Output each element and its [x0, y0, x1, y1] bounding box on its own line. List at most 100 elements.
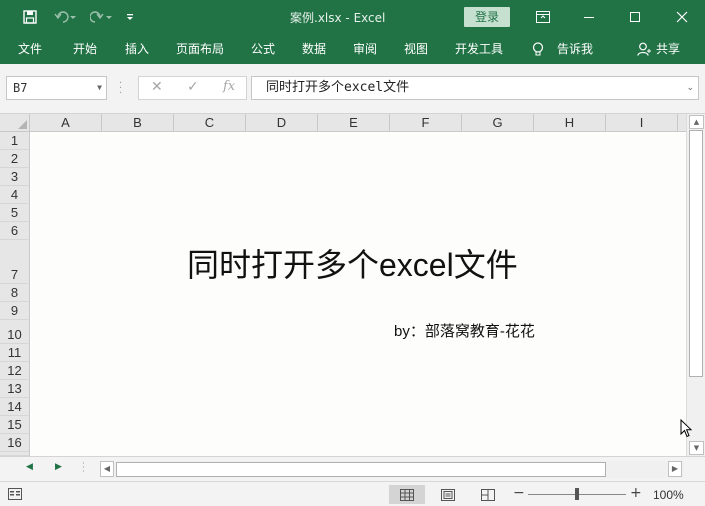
- zoom-slider-thumb[interactable]: [575, 488, 579, 500]
- cancel-entry-icon[interactable]: ✕: [151, 79, 163, 95]
- scroll-left-icon[interactable]: ◀: [100, 461, 114, 477]
- page-break-view-button[interactable]: [470, 485, 506, 504]
- vertical-scroll-thumb[interactable]: [689, 130, 703, 377]
- zoom-level[interactable]: 100%: [653, 488, 684, 502]
- vertical-scrollbar[interactable]: ▲ ▼: [686, 114, 705, 456]
- tab-review[interactable]: 审阅: [353, 34, 377, 64]
- row-number: 8: [10, 285, 19, 300]
- page-layout-view-button[interactable]: [430, 485, 466, 504]
- row-header[interactable]: 12: [0, 362, 30, 380]
- select-all-button[interactable]: [0, 114, 30, 132]
- share-button[interactable]: 共享: [656, 34, 680, 64]
- row-header[interactable]: 8: [0, 284, 30, 302]
- window-title: 案例.xlsx - Excel: [290, 11, 386, 25]
- tab-home[interactable]: 开始: [73, 34, 97, 64]
- column-header[interactable]: [678, 114, 686, 132]
- tab-page-layout[interactable]: 页面布局: [176, 34, 224, 64]
- chevron-down-icon[interactable]: ▼: [97, 77, 102, 99]
- close-icon[interactable]: [659, 0, 705, 34]
- page-layout-view-icon: [441, 488, 455, 501]
- title-bar: 案例.xlsx - Excel 登录: [0, 0, 705, 34]
- share-user-icon: [637, 42, 651, 59]
- column-header[interactable]: B: [102, 114, 174, 132]
- expand-formula-bar-icon[interactable]: ⌄: [686, 77, 694, 99]
- row-number: 13: [7, 381, 22, 396]
- row-header[interactable]: 10: [0, 320, 30, 344]
- ribbon-display-options-icon[interactable]: [520, 0, 566, 34]
- row-header[interactable]: 4: [0, 186, 30, 204]
- column-header[interactable]: I: [606, 114, 678, 132]
- column-header[interactable]: E: [318, 114, 390, 132]
- row-header[interactable]: 15: [0, 416, 30, 434]
- cell-area[interactable]: [31, 133, 686, 456]
- minimize-icon[interactable]: [566, 0, 612, 34]
- sheet-title-text: 同时打开多个excel文件: [187, 247, 518, 283]
- zoom-in-button[interactable]: +: [630, 486, 642, 500]
- next-sheet-icon[interactable]: ▶: [55, 462, 62, 472]
- status-bar: − + 100%: [0, 481, 705, 506]
- confirm-entry-icon[interactable]: ✓: [187, 79, 199, 95]
- tab-formulas[interactable]: 公式: [251, 34, 275, 64]
- row-header[interactable]: 7: [0, 240, 30, 284]
- column-header[interactable]: A: [30, 114, 102, 132]
- row-number: 15: [7, 417, 22, 432]
- column-header[interactable]: F: [390, 114, 462, 132]
- horizontal-scroll-thumb[interactable]: [116, 462, 606, 477]
- sheet-tab-bar: ◀ ▶ · · · ◀ ▶: [0, 456, 705, 481]
- maximize-icon[interactable]: [612, 0, 658, 34]
- page-break-view-icon: [481, 488, 495, 501]
- row-header[interactable]: 3: [0, 168, 30, 186]
- column-header[interactable]: D: [246, 114, 318, 132]
- row-number: 16: [7, 435, 22, 450]
- name-box[interactable]: B7 ▼: [6, 76, 107, 100]
- row-number: 1: [10, 133, 19, 148]
- ribbon-tabs: 文件 开始 插入 页面布局 公式 数据 审阅 视图 开发工具 告诉我 共享: [0, 34, 705, 64]
- select-all-triangle-icon: [18, 120, 27, 129]
- row-header[interactable]: 13: [0, 380, 30, 398]
- lightbulb-icon: [532, 42, 544, 60]
- row-header[interactable]: 11: [0, 344, 30, 362]
- undo-icon[interactable]: [50, 0, 80, 34]
- previous-sheet-icon[interactable]: ◀: [26, 462, 33, 472]
- row-header[interactable]: 16: [0, 434, 30, 452]
- redo-icon[interactable]: [86, 0, 116, 34]
- row-header[interactable]: 9: [0, 302, 30, 320]
- scroll-right-icon[interactable]: ▶: [668, 461, 682, 477]
- column-header[interactable]: G: [462, 114, 534, 132]
- horizontal-scrollbar[interactable]: ◀ ▶: [100, 461, 684, 478]
- tab-developer[interactable]: 开发工具: [455, 34, 503, 64]
- scroll-down-icon[interactable]: ▼: [689, 441, 704, 455]
- worksheet-grid: A B C D E F G H I 1 2 3 4 5 6 7 8 9 10 1…: [0, 114, 705, 456]
- customize-toolbar-icon[interactable]: [122, 0, 138, 34]
- mouse-cursor-icon: [680, 418, 693, 441]
- tab-splitter-icon[interactable]: · · ·: [82, 460, 85, 477]
- tab-data[interactable]: 数据: [302, 34, 326, 64]
- normal-view-button[interactable]: [389, 485, 425, 504]
- tab-file[interactable]: 文件: [18, 34, 42, 64]
- row-number: 17: [0, 452, 29, 455]
- row-header[interactable]: 6: [0, 222, 30, 240]
- row-number: 10: [7, 327, 22, 342]
- column-header[interactable]: C: [174, 114, 246, 132]
- formula-actions: ✕ ✓ fx: [138, 76, 247, 100]
- formula-bar: B7 ▼ · · · ✕ ✓ fx 同时打开多个excel文件 ⌄: [0, 64, 705, 114]
- row-header[interactable]: 5: [0, 204, 30, 222]
- column-header[interactable]: H: [534, 114, 606, 132]
- formula-input[interactable]: 同时打开多个excel文件 ⌄: [251, 76, 699, 100]
- save-icon[interactable]: [18, 0, 42, 34]
- row-header[interactable]: 14: [0, 398, 30, 416]
- login-button[interactable]: 登录: [464, 7, 510, 27]
- tab-view[interactable]: 视图: [404, 34, 428, 64]
- formula-bar-grip-icon[interactable]: · · ·: [119, 79, 122, 99]
- macro-record-icon[interactable]: [8, 488, 22, 503]
- row-header[interactable]: 2: [0, 150, 30, 168]
- insert-function-icon[interactable]: fx: [223, 79, 235, 94]
- tab-insert[interactable]: 插入: [125, 34, 149, 64]
- zoom-out-button[interactable]: −: [513, 486, 525, 500]
- tell-me-box[interactable]: 告诉我: [557, 34, 593, 64]
- scroll-up-icon[interactable]: ▲: [689, 115, 704, 129]
- row-number: 5: [10, 205, 19, 220]
- row-header[interactable]: 1: [0, 132, 30, 150]
- row-number: 3: [10, 169, 19, 184]
- formula-content: 同时打开多个excel文件: [266, 80, 410, 95]
